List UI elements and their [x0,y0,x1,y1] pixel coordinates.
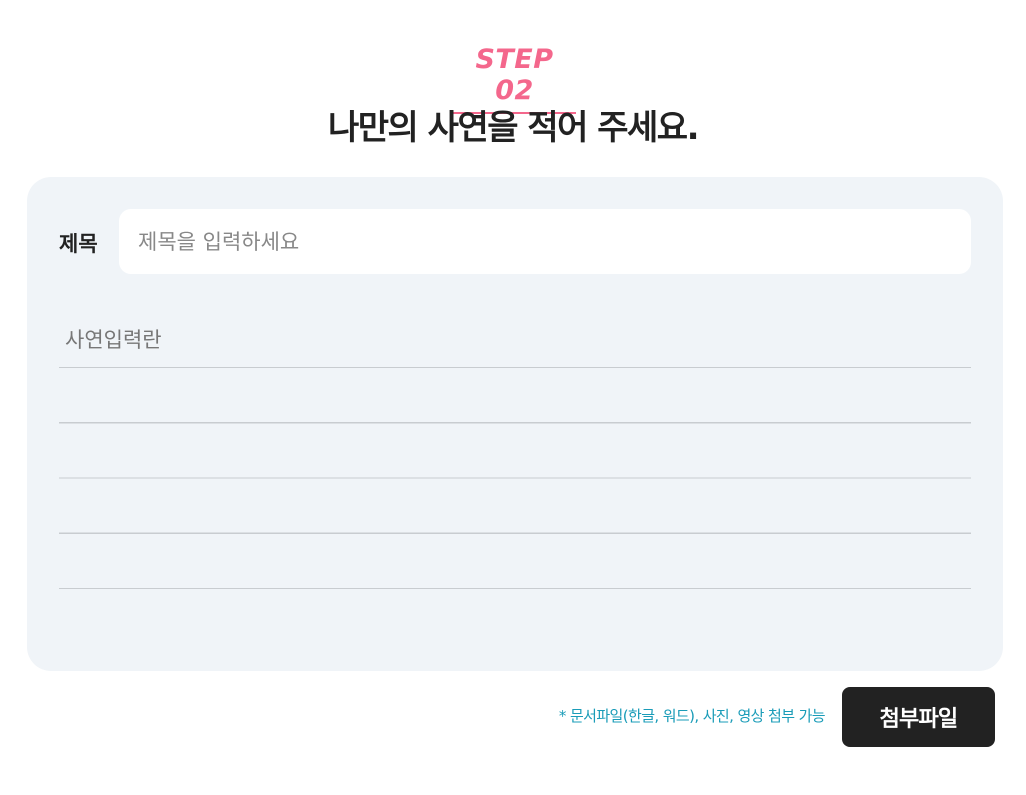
story-textarea[interactable] [59,313,971,625]
page-heading: 나만의 사연을 적어 주세요. [327,108,700,148]
title-label: 제목 [59,232,98,256]
attach-file-button[interactable]: 첨부파일 [842,687,995,747]
story-form-card: 제목 [27,177,1003,671]
title-input[interactable] [119,209,971,274]
story-submission-page: STEP 02 나만의 사연을 적어 주세요. 제목 * 문서파일(한글, 워드… [0,0,1026,795]
attachment-notice: * 문서파일(한글, 워드), 사진, 영상 첨부 가능 [558,707,826,725]
